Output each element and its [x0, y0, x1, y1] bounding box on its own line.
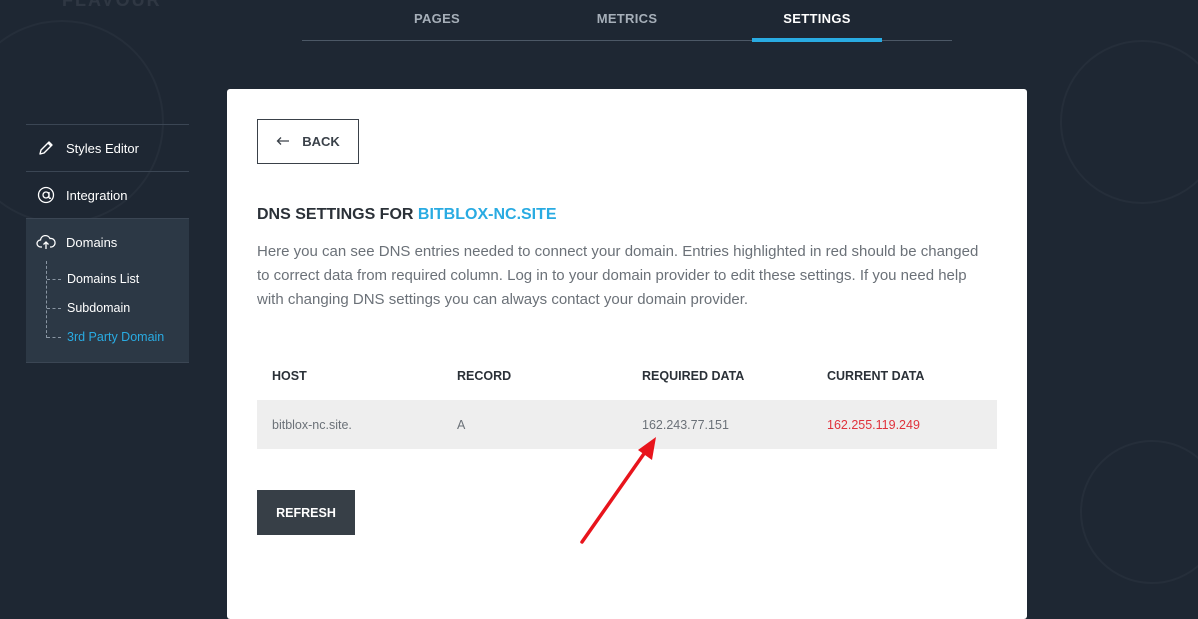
annotation-arrow-icon	[580, 437, 656, 544]
background-decoration	[1060, 40, 1198, 204]
refresh-button[interactable]: REFRESH	[257, 490, 355, 535]
dns-description: Here you can see DNS entries needed to c…	[257, 243, 979, 308]
tab-pages[interactable]: PAGES	[372, 0, 502, 40]
cell-host: bitblox-nc.site.	[257, 400, 442, 449]
column-header-required-data: REQUIRED DATA	[642, 368, 745, 383]
column-header-record: RECORD	[457, 368, 512, 383]
sidebar-item-styles-editor[interactable]: Styles Editor	[26, 125, 189, 172]
arrow-left-icon	[276, 134, 290, 149]
sidebar-item-integration[interactable]: Integration	[26, 172, 189, 219]
title-domain: BITBLOX-NC.SITE	[417, 206, 557, 223]
at-icon	[36, 185, 56, 205]
background-decoration	[1080, 440, 1198, 584]
sidebar-item-label: Domains	[66, 234, 118, 250]
submenu-item-domains-list[interactable]: Domains List	[26, 265, 189, 294]
pencil-icon	[36, 138, 56, 158]
sidebar-item-label: Integration	[66, 187, 128, 203]
submenu-item-3rd-party-domain[interactable]: 3rd Party Domain	[26, 323, 189, 352]
domains-submenu: Domains List Subdomain 3rd Party Domain	[26, 261, 189, 362]
cell-current-data: 162.255.119.249	[812, 400, 997, 449]
tab-metrics[interactable]: METRICS	[562, 0, 692, 40]
column-header-current-data: CURRENT DATA	[827, 368, 925, 383]
back-button-label: BACK	[302, 134, 340, 149]
title-prefix: DNS SETTINGS FOR	[257, 206, 418, 223]
column-header-host: HOST	[272, 368, 307, 383]
brand-logo-text: FLAVOUR	[62, 0, 162, 10]
page-title: DNS SETTINGS FOR BITBLOX-NC.SITE	[257, 206, 557, 224]
settings-sidebar: Styles Editor Integration Domains Domain…	[26, 124, 189, 363]
sidebar-item-domains[interactable]: Domains	[26, 219, 189, 265]
cloud-upload-icon	[36, 232, 56, 252]
sidebar-group-domains: Domains Domains List Subdomain 3rd Party…	[26, 219, 189, 363]
back-button[interactable]: BACK	[257, 119, 359, 164]
tab-settings[interactable]: SETTINGS	[752, 0, 882, 42]
sidebar-item-label: Styles Editor	[66, 140, 139, 156]
top-tabs: PAGES METRICS SETTINGS	[302, 0, 952, 42]
table-header-row: HOST RECORD REQUIRED DATA CURRENT DATA	[257, 351, 997, 400]
submenu-item-subdomain[interactable]: Subdomain	[26, 294, 189, 323]
